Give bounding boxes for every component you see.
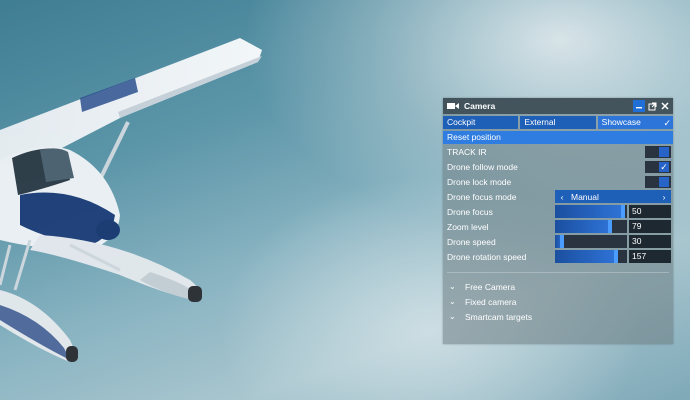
slider-label: Drone rotation speed	[447, 251, 527, 262]
zoom-level-slider[interactable]	[555, 220, 627, 233]
toggle-row-track-ir: TRACK IR	[443, 144, 673, 159]
section-label: Smartcam targets	[465, 311, 533, 322]
focus-mode-row: Drone focus mode ‹ Manual ›	[443, 189, 673, 204]
divider	[447, 272, 669, 273]
tab-cockpit[interactable]: Cockpit	[443, 116, 519, 129]
slider-fill	[555, 220, 612, 233]
slider-label: Drone speed	[447, 236, 496, 247]
slider-row-zoom-level: Zoom level 79	[443, 219, 673, 234]
popout-icon	[648, 102, 656, 110]
chevron-down-icon: ⌄	[449, 312, 456, 321]
slider-label: Zoom level	[447, 221, 489, 232]
toggle-label: Drone lock mode	[447, 176, 512, 187]
drone-follow-checkbox[interactable]: ✓	[645, 161, 671, 173]
close-button[interactable]	[659, 100, 671, 112]
slider-thumb[interactable]	[560, 235, 564, 248]
zoom-level-value[interactable]: 79	[629, 220, 671, 233]
reset-label: Reset position	[447, 132, 501, 142]
slider-thumb[interactable]	[621, 205, 625, 218]
focus-mode-label: Drone focus mode	[447, 191, 517, 202]
section-label: Free Camera	[465, 281, 516, 292]
focus-mode-value: Manual	[571, 191, 599, 202]
popout-button[interactable]	[646, 100, 658, 112]
camera-tabs: Cockpit External Showcase ✓	[443, 116, 673, 129]
checkbox-box	[659, 177, 669, 187]
slider-label: Drone focus	[447, 206, 493, 217]
chevron-down-icon: ⌄	[449, 297, 456, 306]
chevron-right-icon[interactable]: ›	[657, 192, 671, 202]
slider-thumb[interactable]	[608, 220, 612, 233]
slider-row-drone-rotation-speed: Drone rotation speed 157	[443, 249, 673, 264]
camera-icon	[447, 103, 459, 109]
checkmark-icon: ✓	[663, 118, 671, 128]
section-fixed-camera[interactable]: ⌄ Fixed camera	[443, 294, 673, 309]
panel-title: Camera	[464, 101, 496, 111]
section-free-camera[interactable]: ⌄ Free Camera	[443, 279, 673, 294]
slider-row-drone-focus: Drone focus 50	[443, 204, 673, 219]
tab-label: External	[524, 117, 556, 127]
section-label: Fixed camera	[465, 296, 517, 307]
tab-showcase[interactable]: Showcase ✓	[597, 116, 673, 129]
section-smartcam-targets[interactable]: ⌄ Smartcam targets	[443, 309, 673, 324]
slider-row-drone-speed: Drone speed 30	[443, 234, 673, 249]
minimize-button[interactable]	[633, 100, 645, 112]
chevron-down-icon: ⌄	[449, 282, 456, 291]
track-ir-checkbox[interactable]	[645, 146, 671, 158]
drone-speed-slider[interactable]	[555, 235, 627, 248]
checkbox-box	[659, 147, 669, 157]
drone-focus-value[interactable]: 50	[629, 205, 671, 218]
focus-mode-selector: ‹ Manual ›	[555, 190, 671, 203]
toggle-row-drone-follow: Drone follow mode ✓	[443, 159, 673, 174]
checkmark-icon: ✓	[659, 162, 669, 172]
tab-external[interactable]: External	[520, 116, 596, 129]
slider-thumb[interactable]	[614, 250, 618, 263]
camera-panel: Camera Cockpit External Showcase ✓ Reset …	[443, 98, 673, 344]
toggle-label: TRACK IR	[447, 146, 487, 157]
slider-fill	[555, 205, 625, 218]
slider-fill	[555, 250, 618, 263]
chevron-left-icon[interactable]: ‹	[555, 192, 569, 202]
tab-label: Cockpit	[447, 117, 476, 127]
toggle-row-drone-lock: Drone lock mode	[443, 174, 673, 189]
drone-rotation-speed-value[interactable]: 157	[629, 250, 671, 263]
toggle-label: Drone follow mode	[447, 161, 518, 172]
drone-focus-slider[interactable]	[555, 205, 627, 218]
seaplane	[0, 38, 262, 362]
drone-speed-value[interactable]: 30	[629, 235, 671, 248]
panel-titlebar[interactable]: Camera	[443, 98, 673, 114]
minimize-icon	[636, 107, 642, 109]
tab-label: Showcase	[601, 117, 641, 127]
drone-lock-checkbox[interactable]	[645, 176, 671, 188]
close-icon	[661, 102, 669, 110]
reset-position-button[interactable]: Reset position	[443, 131, 673, 144]
drone-rotation-speed-slider[interactable]	[555, 250, 627, 263]
